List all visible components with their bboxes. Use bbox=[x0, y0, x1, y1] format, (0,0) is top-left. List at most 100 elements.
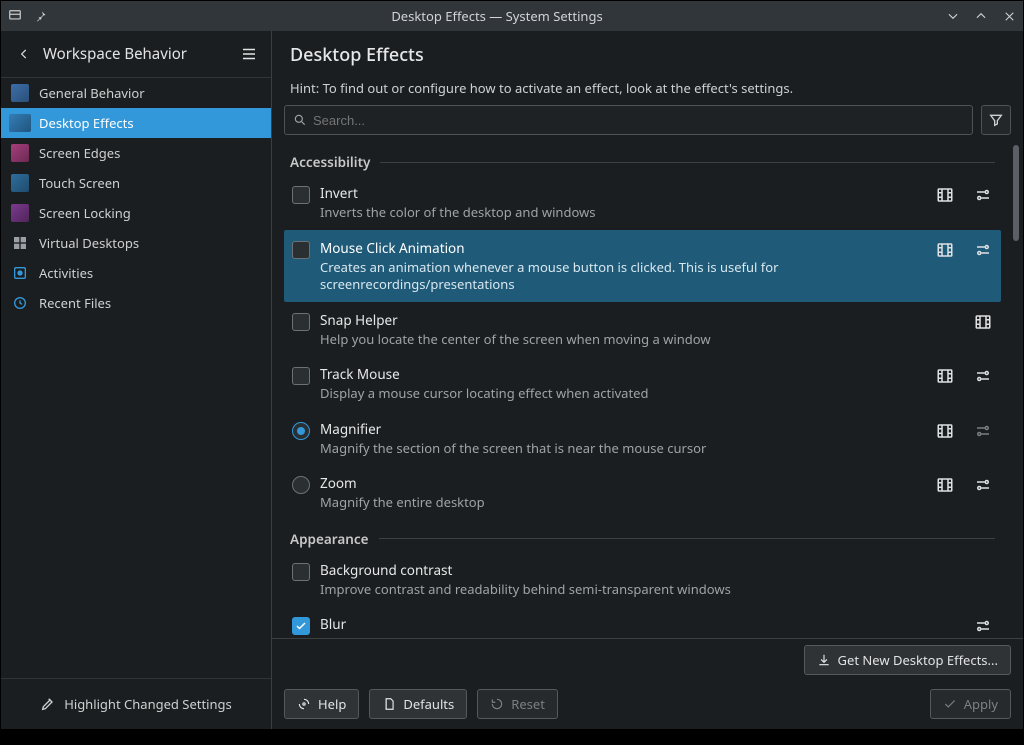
configure-button[interactable] bbox=[973, 475, 993, 495]
effect-checkbox[interactable] bbox=[292, 186, 310, 204]
video-preview-button[interactable] bbox=[935, 366, 955, 386]
effect-row[interactable]: Background contrast Improve contrast and … bbox=[284, 552, 1001, 607]
hamburger-menu-button[interactable] bbox=[237, 45, 261, 63]
reset-button[interactable]: Reset bbox=[477, 689, 558, 719]
search-box[interactable] bbox=[284, 105, 973, 135]
sidebar-header: Workspace Behavior bbox=[1, 31, 271, 77]
effect-description: Help you locate the center of the screen… bbox=[320, 331, 965, 349]
sidebar-nav: General Behavior Desktop Effects Screen … bbox=[1, 77, 271, 679]
apply-button[interactable]: Apply bbox=[930, 689, 1011, 719]
close-button[interactable] bbox=[1001, 8, 1017, 24]
video-preview-button[interactable] bbox=[973, 312, 993, 332]
sidebar-item-label: Touch Screen bbox=[39, 174, 120, 192]
effect-radio[interactable] bbox=[292, 476, 310, 494]
effect-description: Blurs the background behind semi-transpa… bbox=[320, 635, 965, 638]
help-label: Help bbox=[318, 695, 346, 713]
sidebar-item-screen-edges[interactable]: Screen Edges bbox=[1, 138, 271, 168]
get-new-effects-button[interactable]: Get New Desktop Effects... bbox=[804, 645, 1011, 675]
highlight-changed-button[interactable]: Highlight Changed Settings bbox=[1, 679, 271, 729]
sidebar-item-label: Screen Edges bbox=[39, 144, 120, 162]
effect-name: Zoom bbox=[320, 474, 927, 492]
effects-scroll-area[interactable]: Accessibility InvertInverts the color of … bbox=[272, 143, 1023, 638]
search-icon bbox=[293, 113, 307, 127]
effect-checkbox[interactable] bbox=[292, 367, 310, 385]
effect-name: Mouse Click Animation bbox=[320, 239, 927, 257]
help-icon bbox=[297, 697, 311, 711]
apply-icon bbox=[943, 697, 957, 711]
back-button[interactable] bbox=[15, 47, 33, 61]
video-preview-button[interactable] bbox=[935, 421, 955, 441]
effect-checkbox[interactable] bbox=[292, 617, 310, 635]
help-button[interactable]: Help bbox=[284, 689, 359, 719]
sidebar-item-desktop-effects[interactable]: Desktop Effects bbox=[1, 108, 271, 138]
configure-button[interactable] bbox=[973, 366, 993, 386]
category-header: Appearance bbox=[290, 530, 995, 548]
effect-description: Inverts the color of the desktop and win… bbox=[320, 204, 927, 222]
effect-name: Blur bbox=[320, 615, 965, 633]
sidebar-item-virtual-desktops[interactable]: Virtual Desktops bbox=[1, 228, 271, 258]
effect-row[interactable]: Magnifier Magnify the section of the scre… bbox=[284, 411, 1001, 466]
configure-button[interactable] bbox=[973, 616, 993, 636]
content: Desktop Effects Hint: To find out or con… bbox=[272, 31, 1023, 729]
sidebar-item-label: Virtual Desktops bbox=[39, 234, 139, 252]
sidebar-item-touch-screen[interactable]: Touch Screen bbox=[1, 168, 271, 198]
reset-label: Reset bbox=[511, 695, 545, 713]
effect-description: Display a mouse cursor locating effect w… bbox=[320, 385, 927, 403]
configure-button[interactable] bbox=[973, 421, 993, 441]
effect-row[interactable]: Blur Blurs the background behind semi-tra… bbox=[284, 606, 1001, 638]
effect-name: Track Mouse bbox=[320, 365, 927, 383]
effect-description: Creates an animation whenever a mouse bu… bbox=[320, 259, 927, 294]
search-input[interactable] bbox=[313, 113, 964, 128]
page-footer bbox=[0, 730, 1024, 745]
effect-checkbox[interactable] bbox=[292, 241, 310, 259]
sidebar-item-activities[interactable]: Activities bbox=[1, 258, 271, 288]
sidebar-item-screen-locking[interactable]: Screen Locking bbox=[1, 198, 271, 228]
download-icon bbox=[817, 653, 831, 667]
configure-button[interactable] bbox=[973, 185, 993, 205]
defaults-label: Defaults bbox=[403, 695, 454, 713]
minimize-button[interactable] bbox=[945, 8, 961, 24]
effect-row[interactable]: Zoom Magnify the entire desktop bbox=[284, 465, 1001, 520]
highlight-icon bbox=[40, 696, 56, 712]
sidebar-item-label: Recent Files bbox=[39, 294, 111, 312]
effect-name: Snap Helper bbox=[320, 311, 965, 329]
effect-row[interactable]: InvertInverts the color of the desktop a… bbox=[284, 175, 1001, 230]
sidebar-item-label: General Behavior bbox=[39, 84, 145, 102]
effect-description: Magnify the section of the screen that i… bbox=[320, 440, 927, 458]
window-title: Desktop Effects — System Settings bbox=[49, 7, 945, 25]
category-name: Accessibility bbox=[290, 153, 370, 171]
maximize-button[interactable] bbox=[973, 8, 989, 24]
effect-name: Magnifier bbox=[320, 420, 927, 438]
video-preview-button[interactable] bbox=[935, 240, 955, 260]
effect-row[interactable]: Track Mouse Display a mouse cursor locati… bbox=[284, 356, 1001, 411]
effect-name: Background contrast bbox=[320, 561, 985, 579]
screen-edges-icon bbox=[11, 144, 29, 162]
get-new-effects-label: Get New Desktop Effects... bbox=[838, 651, 998, 669]
effect-row[interactable]: Snap Helper Help you locate the center of… bbox=[284, 302, 1001, 357]
effect-description: Magnify the entire desktop bbox=[320, 494, 927, 512]
scrollbar-thumb[interactable] bbox=[1013, 145, 1019, 241]
sidebar-item-label: Screen Locking bbox=[39, 204, 131, 222]
category-name: Appearance bbox=[290, 530, 369, 548]
video-preview-button[interactable] bbox=[935, 185, 955, 205]
effect-description: Improve contrast and readability behind … bbox=[320, 581, 985, 599]
window: Desktop Effects — System Settings Worksp… bbox=[0, 0, 1024, 730]
pin-icon[interactable] bbox=[33, 8, 49, 24]
effect-checkbox[interactable] bbox=[292, 563, 310, 581]
screen-locking-icon bbox=[11, 204, 29, 222]
titlebar: Desktop Effects — System Settings bbox=[1, 1, 1023, 31]
sidebar-title: Workspace Behavior bbox=[43, 44, 227, 64]
effect-radio[interactable] bbox=[292, 422, 310, 440]
defaults-button[interactable]: Defaults bbox=[369, 689, 467, 719]
sidebar-item-label: Activities bbox=[39, 264, 93, 282]
configure-button[interactable] bbox=[973, 240, 993, 260]
effect-checkbox[interactable] bbox=[292, 313, 310, 331]
touch-screen-icon bbox=[11, 174, 29, 192]
sidebar-item-general-behavior[interactable]: General Behavior bbox=[1, 78, 271, 108]
effect-row[interactable]: Mouse Click Animation Creates an animatio… bbox=[284, 230, 1001, 302]
sidebar-item-recent-files[interactable]: Recent Files bbox=[1, 288, 271, 318]
filter-button[interactable] bbox=[981, 105, 1011, 135]
hint-text: Hint: To find out or configure how to ac… bbox=[272, 75, 1023, 105]
video-preview-button[interactable] bbox=[935, 475, 955, 495]
sidebar-item-label: Desktop Effects bbox=[39, 114, 134, 132]
